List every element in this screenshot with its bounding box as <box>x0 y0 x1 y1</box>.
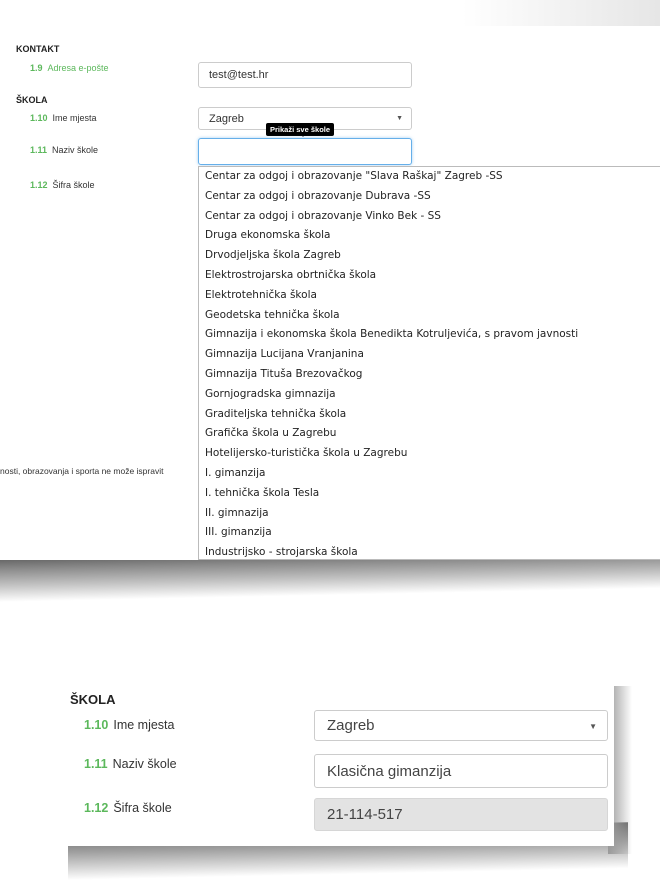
field-number: 1.11 <box>30 145 48 155</box>
city-select[interactable]: Zagreb ▼ <box>314 710 608 741</box>
dropdown-option[interactable]: Graditeljska tehnička škola <box>199 405 660 425</box>
dropdown-option[interactable]: I. gimanzija <box>199 464 660 484</box>
dropdown-option[interactable]: Gimnazija Tituša Brezovačkog <box>199 365 660 385</box>
field-label: Ime mjesta <box>113 718 175 732</box>
field-number: 1.9 <box>30 63 43 73</box>
dropdown-option[interactable]: Elektrotehnička škola <box>199 286 660 306</box>
field-number: 1.10 <box>30 113 48 123</box>
dropdown-option[interactable]: Gimnazija i ekonomska škola Benedikta Ko… <box>199 325 660 345</box>
dropdown-option[interactable]: I. tehnička škola Tesla <box>199 484 660 504</box>
form-paper: ŠKOLA 1.10 Ime mjesta Zagreb ▼ 1.11 Naziv … <box>68 686 614 846</box>
form-paper: KONTAKT 1.9 Adresa e-pošte test@test.hr Š… <box>0 0 660 560</box>
field-number: 1.11 <box>84 757 108 771</box>
dropdown-option[interactable]: II. gimnazija <box>199 504 660 524</box>
field-label: Šifra škole <box>52 180 95 190</box>
dropdown-option[interactable]: Gimnazija Lucijana Vranjanina <box>199 345 660 365</box>
dropdown-option[interactable]: Druga ekonomska škola <box>199 226 660 246</box>
school-code-value: 21-114-517 <box>327 806 403 823</box>
dropdown-option[interactable]: Centar za odgoj i obrazovanje Vinko Bek … <box>199 207 660 227</box>
tooltip-arrow <box>300 133 306 137</box>
email-field[interactable]: test@test.hr <box>198 62 412 88</box>
dropdown-option[interactable]: III. gimanzija <box>199 523 660 543</box>
section-heading-skola: ŠKOLA <box>16 95 48 105</box>
section-heading-skola: ŠKOLA <box>70 692 116 707</box>
city-value: Zagreb <box>209 112 244 125</box>
dropdown-option[interactable]: Centar za odgoj i obrazovanje Dubrava -S… <box>199 187 660 207</box>
school-code-label: 1.12 Šifra škole <box>84 801 172 815</box>
school-dropdown-list[interactable]: Centar za odgoj i obrazovanje "Slava Raš… <box>198 166 660 560</box>
school-label: 1.11 Naziv škole <box>84 757 177 771</box>
school-code-label: 1.12 Šifra škole <box>30 180 95 190</box>
school-code-field: 21-114-517 <box>314 798 608 831</box>
dropdown-option[interactable]: Geodetska tehnička škola <box>199 306 660 326</box>
school-label: 1.11 Naziv škole <box>30 145 98 155</box>
top-bar <box>0 0 660 26</box>
dropdown-option[interactable]: Hotelijersko-turistička škola u Zagrebu <box>199 444 660 464</box>
city-label: 1.10 Ime mjesta <box>30 113 97 123</box>
dropdown-option[interactable]: Gornjogradska gimnazija <box>199 385 660 405</box>
field-label: Naziv škole <box>112 757 177 771</box>
school-value: Klasična gimanzija <box>327 762 452 780</box>
chevron-down-icon: ▼ <box>589 722 597 731</box>
email-value: test@test.hr <box>209 69 269 81</box>
form-screenshot-dropdown-open: KONTAKT 1.9 Adresa e-pošte test@test.hr Š… <box>0 0 660 602</box>
section-heading-kontakt: KONTAKT <box>16 44 60 54</box>
field-label: Adresa e-pošte <box>47 63 109 73</box>
form-screenshot-filled: ŠKOLA 1.10 Ime mjesta Zagreb ▼ 1.11 Naziv … <box>68 686 632 880</box>
email-label: 1.9 Adresa e-pošte <box>30 63 109 73</box>
school-name-input[interactable]: Klasična gimanzija <box>314 754 608 788</box>
field-number: 1.12 <box>30 180 48 190</box>
city-label: 1.10 Ime mjesta <box>84 718 174 732</box>
dropdown-option[interactable]: Drvodjeljska škola Zagreb <box>199 246 660 266</box>
dropdown-option[interactable]: Centar za odgoj i obrazovanje "Slava Raš… <box>199 167 660 187</box>
school-name-input[interactable] <box>198 138 412 165</box>
chevron-down-icon: ▼ <box>396 115 403 122</box>
dropdown-option[interactable]: Elektrostrojarska obrtnička škola <box>199 266 660 286</box>
dropdown-option[interactable]: Industrijsko - strojarska škola <box>199 543 660 559</box>
field-label: Ime mjesta <box>52 113 97 123</box>
field-number: 1.10 <box>84 718 109 732</box>
city-value: Zagreb <box>327 717 375 734</box>
field-number: 1.12 <box>84 801 109 815</box>
field-label: Naziv škole <box>52 145 99 155</box>
field-label: Šifra škole <box>113 801 172 815</box>
cutoff-text: nosti, obrazovanja i sporta ne može ispr… <box>0 466 164 476</box>
dropdown-option[interactable]: Grafička škola u Zagrebu <box>199 424 660 444</box>
